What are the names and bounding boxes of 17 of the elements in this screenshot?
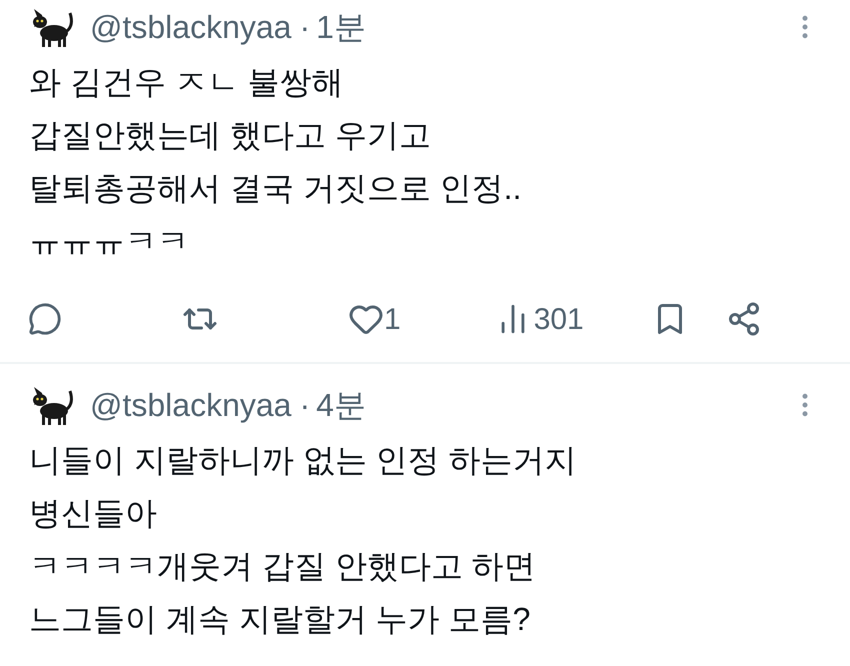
tweet-text: 탈퇴총공해서 결국 거짓으로 인정.. (29, 169, 522, 208)
timestamp: 4분 (316, 386, 366, 425)
tweet-text: 와 김건우 ㅈㄴ 불쌍해 (29, 63, 345, 102)
timestamp: 1분 (316, 8, 366, 47)
tweet-text: 니들이 지랄하니까 없는 인정 하는거지 (29, 441, 578, 480)
tweet-text: 갑질안했는데 했다고 우기고 (29, 116, 432, 155)
tweet-text: ㅋㅋㅋㅋ개웃겨 갑질 안했다고 하면 (29, 547, 537, 586)
user-handle[interactable]: @tsblacknyaa (90, 3, 292, 51)
view-count: 301 (534, 302, 584, 338)
separator: · (299, 8, 310, 47)
reply-icon[interactable] (28, 302, 62, 336)
user-handle[interactable]: @tsblacknyaa (90, 381, 292, 429)
tweet-text: 병신들아 (29, 494, 158, 533)
tweet-text: ㅠㅠㅠㅋㅋ (29, 222, 190, 261)
tweet-text: 느그들이 계속 지랄할거 누가 모름? (29, 600, 532, 639)
like-count: 1 (384, 302, 401, 338)
separator: · (299, 386, 310, 425)
